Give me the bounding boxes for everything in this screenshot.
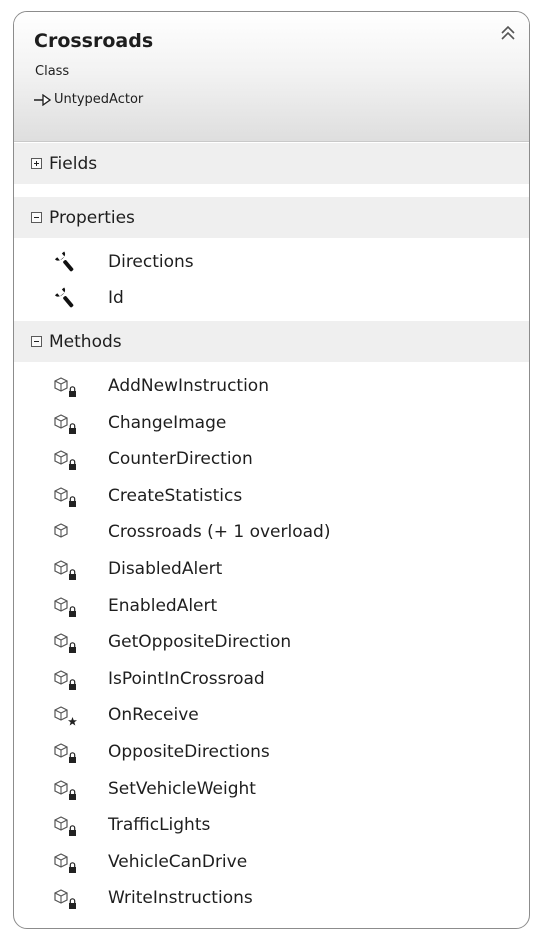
inheritance-arrow-icon	[34, 93, 51, 106]
method-name: WriteInstructions	[108, 888, 253, 909]
method-item[interactable]: OppositeDirections	[14, 735, 529, 769]
method-name: GetOppositeDirection	[108, 632, 292, 653]
class-stereotype: Class	[35, 64, 70, 79]
private-method-icon	[52, 595, 80, 619]
method-item[interactable]: DisabledAlert	[14, 552, 529, 586]
property-item[interactable]: Id	[14, 281, 529, 315]
method-item[interactable]: IsPointInCrossroad	[14, 662, 529, 696]
expand-plus-icon[interactable]	[31, 158, 42, 169]
property-name: Id	[108, 288, 124, 308]
private-method-icon	[52, 448, 80, 472]
method-name: DisabledAlert	[108, 559, 223, 579]
private-method-icon	[52, 741, 80, 765]
class-name: Crossroads	[34, 30, 154, 52]
method-item[interactable]: GetOppositeDirection	[14, 625, 529, 659]
property-name: Directions	[108, 252, 194, 272]
private-method-icon	[52, 412, 80, 436]
method-item[interactable]: Crossroads (+ 1 overload)	[14, 515, 529, 549]
method-item[interactable]: ChangeImage	[14, 406, 529, 440]
private-method-icon	[52, 631, 80, 655]
method-item[interactable]: EnabledAlert	[14, 589, 529, 623]
base-type: UntypedActor	[33, 92, 143, 107]
method-item[interactable]: CounterDirection	[14, 442, 529, 476]
public-method-icon	[52, 521, 80, 545]
private-method-icon	[52, 668, 80, 692]
section-methods[interactable]: Methods	[14, 320, 529, 362]
section-properties-label: Properties	[49, 207, 135, 228]
method-name: TrafficLights	[108, 815, 211, 836]
method-name: IsPointInCrossroad	[108, 668, 265, 689]
method-name: EnabledAlert	[108, 595, 218, 616]
private-method-icon	[52, 485, 80, 509]
method-name: Crossroads (+ 1 overload)	[108, 522, 331, 543]
wrench-icon	[52, 287, 80, 311]
class-shape[interactable]: Crossroads Class UntypedActor Fields Pro…	[13, 11, 530, 929]
wrench-icon	[52, 251, 80, 275]
section-fields[interactable]: Fields	[14, 142, 529, 184]
section-properties[interactable]: Properties	[14, 196, 529, 238]
method-name: OnReceive	[108, 705, 199, 726]
private-method-icon	[52, 778, 80, 802]
method-item[interactable]: SetVehicleWeight	[14, 772, 529, 806]
collapse-minus-icon[interactable]	[31, 212, 42, 223]
private-method-icon	[52, 558, 80, 582]
private-method-icon	[52, 375, 80, 399]
method-name: AddNewInstruction	[108, 376, 269, 396]
collapse-minus-icon[interactable]	[31, 336, 42, 347]
property-item[interactable]: Directions	[14, 245, 529, 279]
method-item[interactable]: AddNewInstruction	[14, 369, 529, 403]
method-item[interactable]: OnReceive	[14, 698, 529, 732]
base-type-label: UntypedActor	[54, 92, 144, 107]
method-name: CreateStatistics	[108, 485, 243, 506]
method-item[interactable]: VehicleCanDrive	[14, 845, 529, 879]
method-item[interactable]: CreateStatistics	[14, 479, 529, 513]
protected-method-icon	[52, 704, 80, 728]
private-method-icon	[52, 851, 80, 875]
method-name: VehicleCanDrive	[108, 851, 248, 872]
collapse-chevron-icon[interactable]	[499, 24, 517, 42]
method-name: OppositeDirections	[108, 742, 270, 762]
method-item[interactable]: TrafficLights	[14, 808, 529, 842]
section-fields-label: Fields	[49, 153, 98, 174]
method-item[interactable]: WriteInstructions	[14, 881, 529, 915]
private-method-icon	[52, 887, 80, 911]
class-header: Crossroads Class UntypedActor	[14, 12, 529, 142]
private-method-icon	[52, 814, 80, 838]
section-methods-label: Methods	[49, 331, 122, 352]
method-name: SetVehicleWeight	[108, 778, 256, 799]
method-name: CounterDirection	[108, 449, 253, 470]
method-name: ChangeImage	[108, 412, 227, 433]
